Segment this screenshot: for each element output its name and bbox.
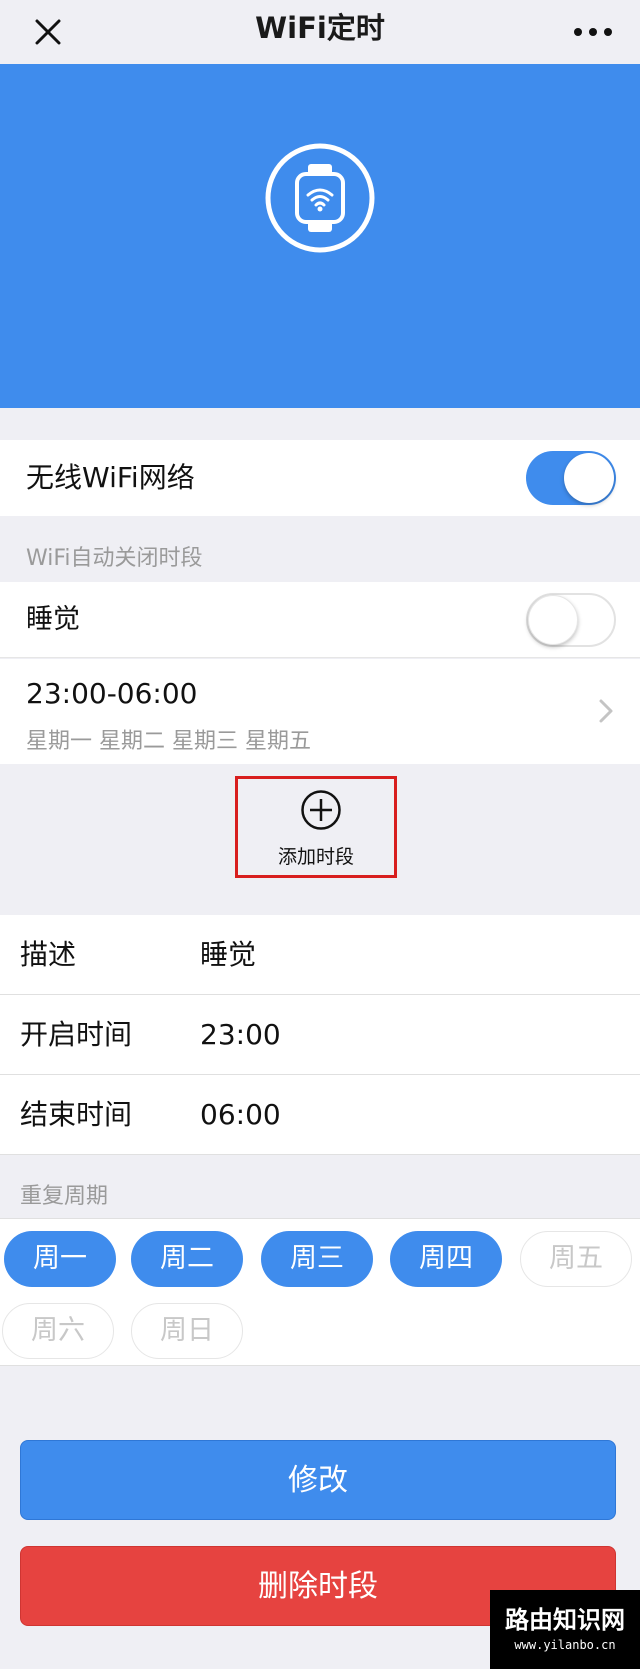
- description-value: 睡觉: [200, 938, 257, 971]
- start-time-value: 23:00: [200, 1018, 281, 1051]
- day-monday[interactable]: 周一: [4, 1231, 116, 1287]
- end-time-label: 结束时间: [20, 1098, 133, 1131]
- repeat-days: 周一 周二 周三 周四 周五 周六 周日: [0, 1218, 640, 1366]
- schedule-row-sleep: 睡觉: [0, 582, 640, 658]
- toggle-knob: [528, 595, 578, 645]
- toggle-knob: [564, 453, 614, 503]
- day-wednesday[interactable]: 周三: [261, 1231, 373, 1287]
- wifi-network-label: 无线WiFi网络: [26, 461, 195, 494]
- edit-button[interactable]: 修改: [20, 1440, 616, 1520]
- day-saturday[interactable]: 周六: [2, 1303, 114, 1359]
- description-row[interactable]: 描述 睡觉: [0, 915, 640, 995]
- day-friday[interactable]: 周五: [520, 1231, 632, 1287]
- watermark-main: 路由知识网: [505, 1605, 625, 1634]
- schedule-name: 睡觉: [26, 604, 80, 635]
- day-tuesday[interactable]: 周二: [131, 1231, 243, 1287]
- day-sunday[interactable]: 周日: [131, 1303, 243, 1359]
- repeat-period-label: 重复周期: [20, 1184, 109, 1209]
- schedule-time-row[interactable]: 23:00-06:00 星期一 星期二 星期三 星期五: [0, 659, 640, 764]
- day-thursday[interactable]: 周四: [390, 1231, 502, 1287]
- watermark-url: www.yilanbo.cn: [514, 1638, 616, 1652]
- start-time-label: 开启时间: [20, 1018, 133, 1051]
- auto-off-section-label: WiFi自动关闭时段: [26, 546, 203, 571]
- chevron-right-icon: [599, 699, 613, 723]
- title-bar: WiFi定时: [0, 0, 640, 64]
- page-title: WiFi定时: [255, 11, 385, 45]
- hero-banner: [0, 64, 640, 408]
- schedule-toggle[interactable]: [526, 593, 616, 647]
- schedule-days: 星期一 星期二 星期三 星期五: [26, 729, 311, 754]
- end-time-row[interactable]: 结束时间 06:00: [0, 1075, 640, 1155]
- more-button[interactable]: [568, 14, 618, 50]
- start-time-row[interactable]: 开启时间 23:00: [0, 995, 640, 1075]
- schedule-time-range: 23:00-06:00: [26, 677, 198, 710]
- plus-circle-icon: [301, 790, 341, 830]
- wifi-network-row: 无线WiFi网络: [0, 440, 640, 516]
- add-time-slot-button[interactable]: 添加时段: [235, 776, 397, 878]
- wifi-network-toggle[interactable]: [526, 451, 616, 505]
- more-dots-icon: [574, 28, 612, 36]
- schedule-form: 描述 睡觉 开启时间 23:00 结束时间 06:00: [0, 915, 640, 1155]
- watch-wifi-icon: [265, 143, 375, 253]
- add-time-slot-label: 添加时段: [277, 846, 354, 868]
- watermark: 路由知识网 www.yilanbo.cn: [490, 1590, 640, 1669]
- end-time-value: 06:00: [200, 1098, 281, 1131]
- description-label: 描述: [20, 938, 77, 971]
